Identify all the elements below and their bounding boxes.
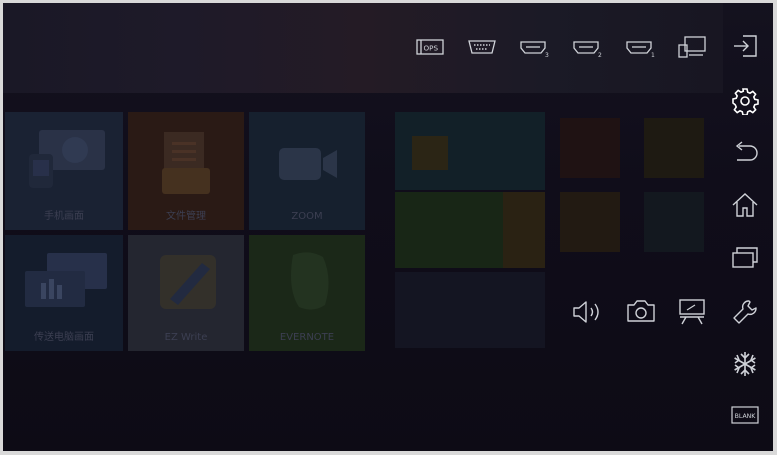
hdmi-1-input-icon[interactable]: 1 [625, 38, 657, 58]
freeze-snowflake-icon[interactable] [731, 350, 759, 378]
blank-label: BLANK [735, 413, 757, 420]
blank-screen-button[interactable]: BLANK [731, 406, 759, 424]
ops-label: OPS [424, 43, 439, 52]
app-label: EVERNOTE [279, 332, 335, 343]
screenshot-camera-icon[interactable] [626, 299, 656, 323]
vga-input-icon[interactable] [467, 38, 497, 56]
app-tile-zoom[interactable]: ZOOM [249, 112, 365, 230]
volume-icon[interactable] [571, 299, 605, 325]
background-tile [395, 272, 545, 348]
hdmi-number: 1 [651, 52, 655, 58]
recent-apps-icon[interactable] [731, 245, 759, 269]
wrench-tools-icon[interactable] [731, 298, 759, 326]
hdmi-3-input-icon[interactable]: 3 [519, 38, 551, 58]
hdmi-2-input-icon[interactable]: 2 [572, 38, 604, 58]
app-label: ZOOM [291, 211, 323, 222]
background-tile [560, 192, 620, 252]
app-label: 手机画面 [44, 211, 84, 222]
app-tile-evernote[interactable]: EVERNOTE [249, 235, 365, 351]
background-tile-icon [412, 136, 448, 170]
background-tile [560, 118, 620, 178]
ops-input-icon[interactable]: OPS [415, 38, 445, 56]
app-label: 文件管理 [166, 211, 206, 222]
hdmi-number: 2 [598, 52, 602, 58]
app-tile-cast-pc[interactable]: 传送电脑画面 [5, 235, 123, 351]
input-source-icon[interactable] [731, 33, 759, 59]
background-tile [644, 118, 704, 178]
app-tile-phone-screen[interactable]: 手机画面 [5, 112, 123, 230]
pc-screen-icon[interactable] [677, 35, 707, 59]
screen: 手机画面 文件管理 ZOOM 传送电脑画面 EZ Write EVERNOTE … [0, 0, 777, 455]
settings-gear-icon[interactable] [731, 87, 759, 115]
top-banner-area [3, 3, 723, 93]
home-icon[interactable] [731, 192, 759, 218]
whiteboard-icon[interactable] [677, 297, 707, 325]
app-tile-file-manager[interactable]: 文件管理 [128, 112, 244, 230]
hdmi-number: 3 [545, 52, 549, 58]
app-tile-ez-write[interactable]: EZ Write [128, 235, 244, 351]
background-tile [503, 192, 545, 268]
app-label: EZ Write [164, 332, 208, 343]
background-tile [644, 192, 704, 252]
back-icon[interactable] [731, 140, 759, 164]
app-label: 传送电脑画面 [34, 332, 94, 343]
